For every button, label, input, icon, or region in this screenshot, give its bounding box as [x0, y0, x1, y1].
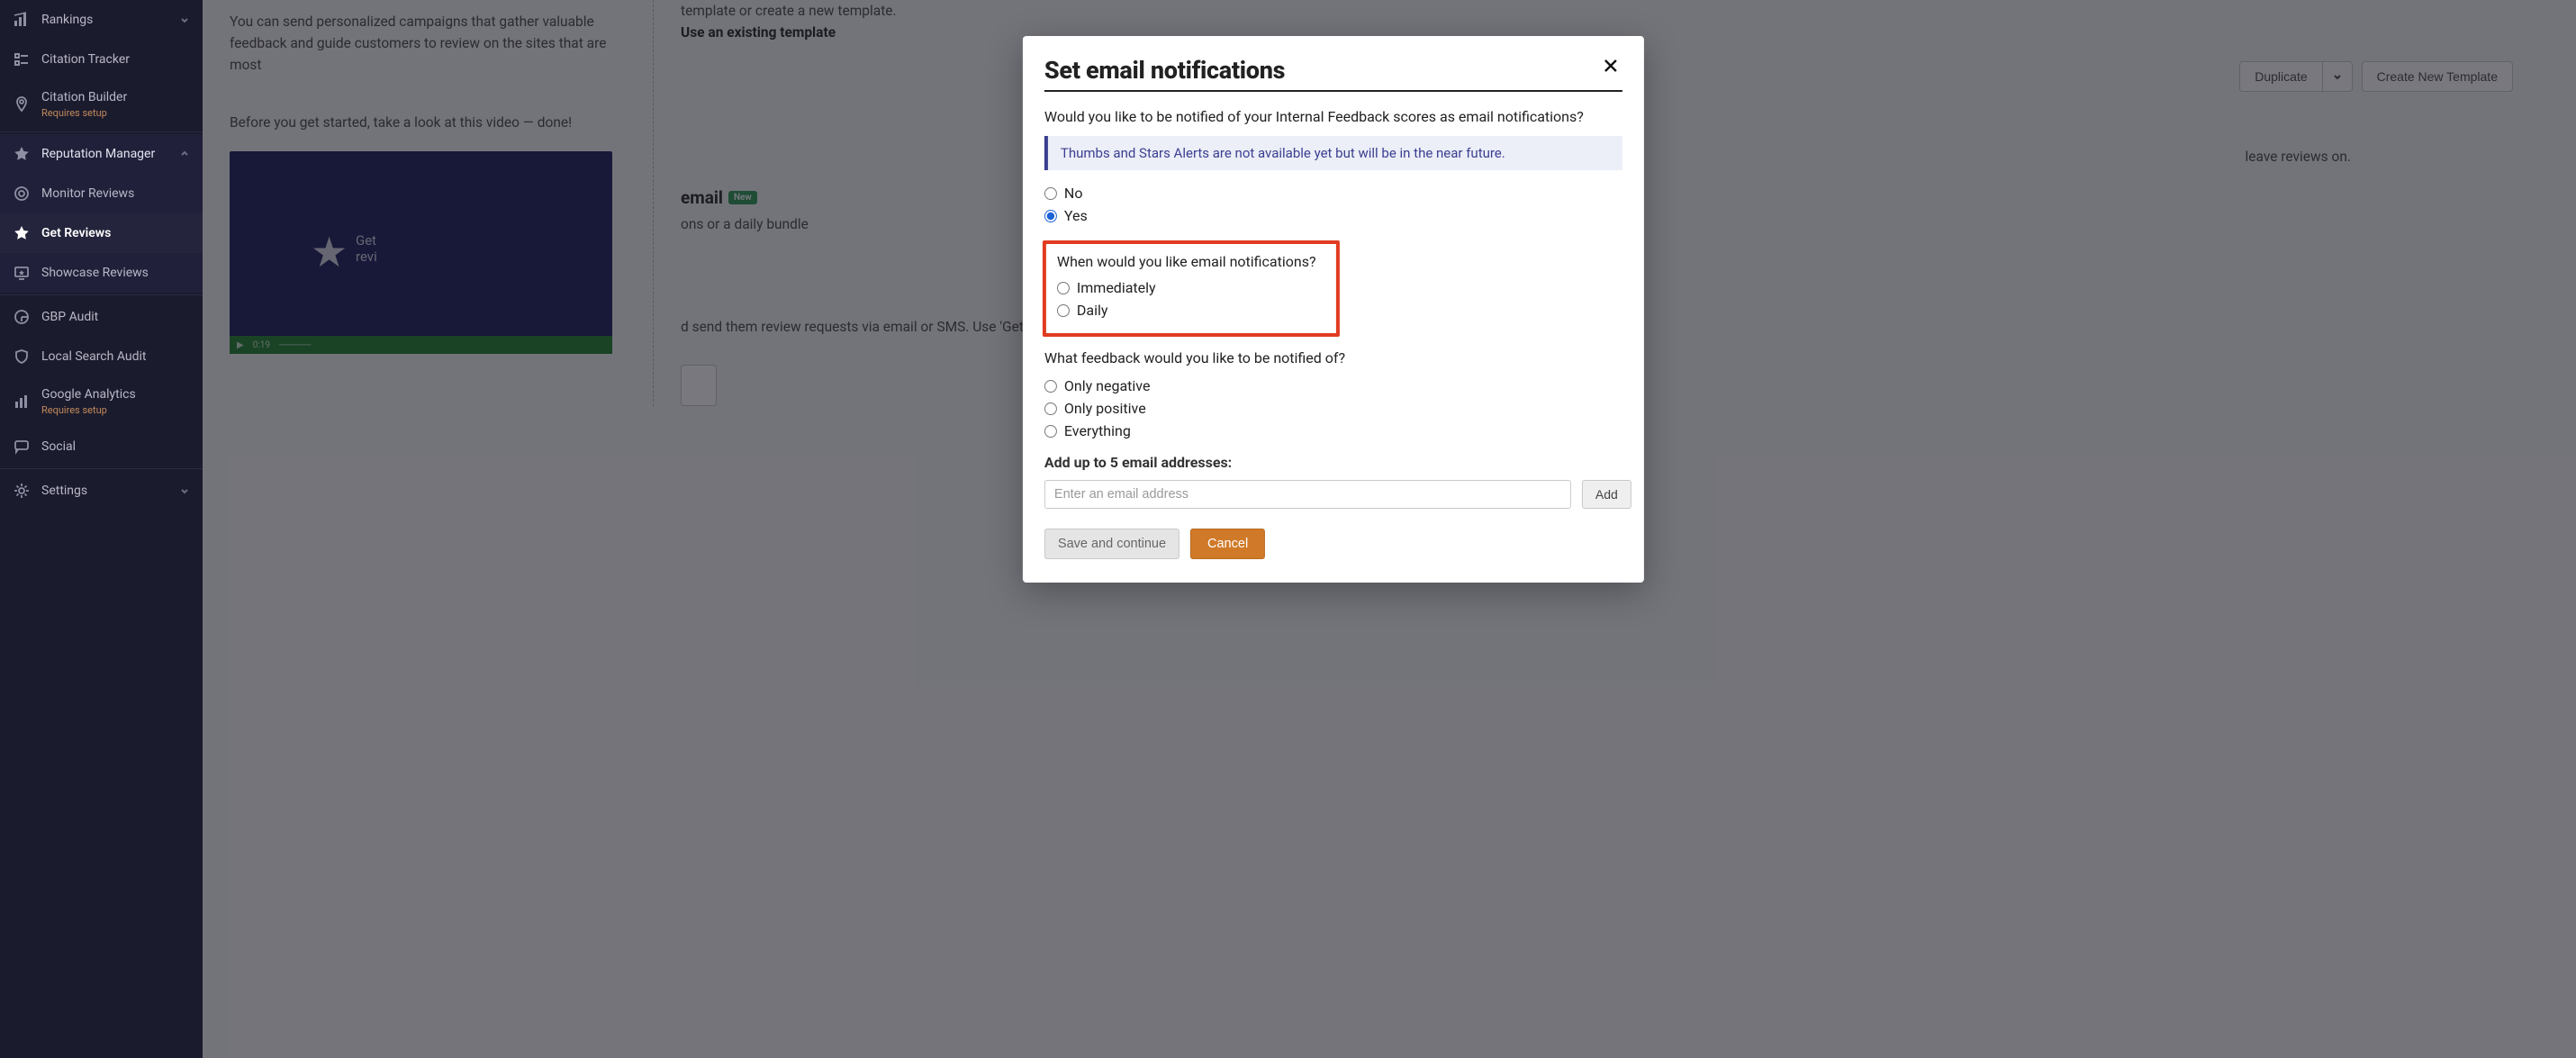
radio-everything-label: Everything	[1064, 422, 1131, 439]
sidebar-label: Google Analytics	[41, 387, 136, 402]
radio-daily-label: Daily	[1077, 302, 1108, 319]
radio-immediately-label: Immediately	[1077, 279, 1156, 296]
radio-only-positive-input[interactable]	[1044, 402, 1057, 415]
radio-only-negative-label: Only negative	[1064, 377, 1151, 394]
radio-only-negative-input[interactable]	[1044, 380, 1057, 393]
chart-icon	[13, 393, 31, 411]
sidebar-item-citation-builder[interactable]: Citation Builder Requires setup	[0, 79, 203, 130]
highlight-when-section: When would you like email notifications?…	[1043, 240, 1340, 337]
google-icon	[13, 308, 31, 326]
sidebar-item-monitor-reviews[interactable]: Monitor Reviews	[0, 174, 203, 213]
sidebar-label: Showcase Reviews	[41, 266, 149, 281]
sidebar: Rankings Citation Tracker Citation Build…	[0, 0, 203, 1058]
sidebar-item-reputation-manager[interactable]: Reputation Manager	[0, 134, 203, 174]
sidebar-label: Citation Tracker	[41, 52, 130, 68]
question-emails: Add up to 5 email addresses:	[1044, 454, 1622, 471]
sidebar-label: GBP Audit	[41, 310, 98, 325]
chevron-down-icon	[179, 14, 190, 25]
bars-icon	[13, 11, 31, 29]
divider	[0, 131, 203, 132]
radio-only-positive-label: Only positive	[1064, 400, 1146, 417]
radio-only-negative[interactable]: Only negative	[1044, 377, 1622, 394]
sidebar-item-social[interactable]: Social	[0, 427, 203, 466]
radio-immediately[interactable]: Immediately	[1057, 279, 1325, 296]
star-plus-icon	[13, 224, 31, 242]
cancel-button[interactable]: Cancel	[1190, 529, 1265, 559]
sidebar-item-citation-tracker[interactable]: Citation Tracker	[0, 40, 203, 79]
sidebar-label: Citation Builder	[41, 90, 127, 105]
chevron-up-icon	[179, 149, 190, 159]
monitor-star-icon	[13, 264, 31, 282]
radio-immediately-input[interactable]	[1057, 282, 1070, 294]
radio-yes[interactable]: Yes	[1044, 207, 1622, 224]
chat-icon	[13, 438, 31, 456]
list-icon	[13, 50, 31, 68]
radio-no[interactable]: No	[1044, 185, 1622, 202]
sidebar-label: Rankings	[41, 13, 93, 28]
gear-icon	[13, 482, 31, 500]
email-notifications-modal: Set email notifications Would you like t…	[1023, 36, 1644, 583]
sidebar-sublabel: Requires setup	[41, 107, 127, 119]
email-input[interactable]	[1044, 480, 1571, 509]
sidebar-label: Social	[41, 439, 76, 455]
save-button[interactable]: Save and continue	[1044, 529, 1180, 559]
sidebar-group-reputation: Reputation Manager Monitor Reviews Get R…	[0, 134, 203, 293]
app-root: Rankings Citation Tracker Citation Build…	[0, 0, 2576, 1058]
sidebar-item-gbp-audit[interactable]: GBP Audit	[0, 297, 203, 337]
radio-yes-label: Yes	[1064, 207, 1088, 224]
divider	[0, 294, 203, 295]
modal-actions: Save and continue Cancel	[1044, 529, 1622, 559]
radio-daily-input[interactable]	[1057, 304, 1070, 317]
question-when: When would you like email notifications?	[1057, 253, 1325, 270]
sidebar-label: Settings	[41, 484, 87, 499]
sidebar-label: Reputation Manager	[41, 147, 155, 162]
add-email-button[interactable]: Add	[1582, 480, 1631, 509]
sidebar-item-get-reviews[interactable]: Get Reviews	[0, 213, 203, 253]
radio-yes-input[interactable]	[1044, 210, 1057, 222]
radio-no-label: No	[1064, 185, 1083, 202]
sidebar-item-showcase-reviews[interactable]: Showcase Reviews	[0, 253, 203, 293]
sidebar-label: Local Search Audit	[41, 349, 146, 365]
sidebar-label: Get Reviews	[41, 226, 111, 241]
info-banner: Thumbs and Stars Alerts are not availabl…	[1044, 136, 1622, 170]
chevron-down-icon	[179, 485, 190, 496]
radio-only-positive[interactable]: Only positive	[1044, 400, 1622, 417]
question-notify: Would you like to be notified of your In…	[1044, 108, 1622, 125]
radio-everything[interactable]: Everything	[1044, 422, 1622, 439]
modal-title-row: Set email notifications	[1044, 56, 1622, 92]
radio-no-input[interactable]	[1044, 187, 1057, 200]
sidebar-item-local-search-audit[interactable]: Local Search Audit	[0, 337, 203, 376]
divider	[0, 468, 203, 469]
shield-icon	[13, 348, 31, 366]
close-icon[interactable]	[1599, 56, 1622, 76]
target-icon	[13, 185, 31, 203]
radio-daily[interactable]: Daily	[1057, 302, 1325, 319]
sidebar-label: Monitor Reviews	[41, 186, 134, 202]
main-content: You can send personalized campaigns that…	[203, 0, 2576, 1058]
star-icon	[13, 145, 31, 163]
sidebar-item-settings[interactable]: Settings	[0, 471, 203, 511]
sidebar-sublabel: Requires setup	[41, 404, 136, 416]
sidebar-item-rankings[interactable]: Rankings	[0, 0, 203, 40]
radio-everything-input[interactable]	[1044, 425, 1057, 438]
pin-icon	[13, 95, 31, 113]
question-what: What feedback would you like to be notif…	[1044, 349, 1622, 366]
sidebar-item-google-analytics[interactable]: Google Analytics Requires setup	[0, 376, 203, 427]
modal-title: Set email notifications	[1044, 56, 1285, 85]
email-input-row: Add	[1044, 480, 1622, 509]
